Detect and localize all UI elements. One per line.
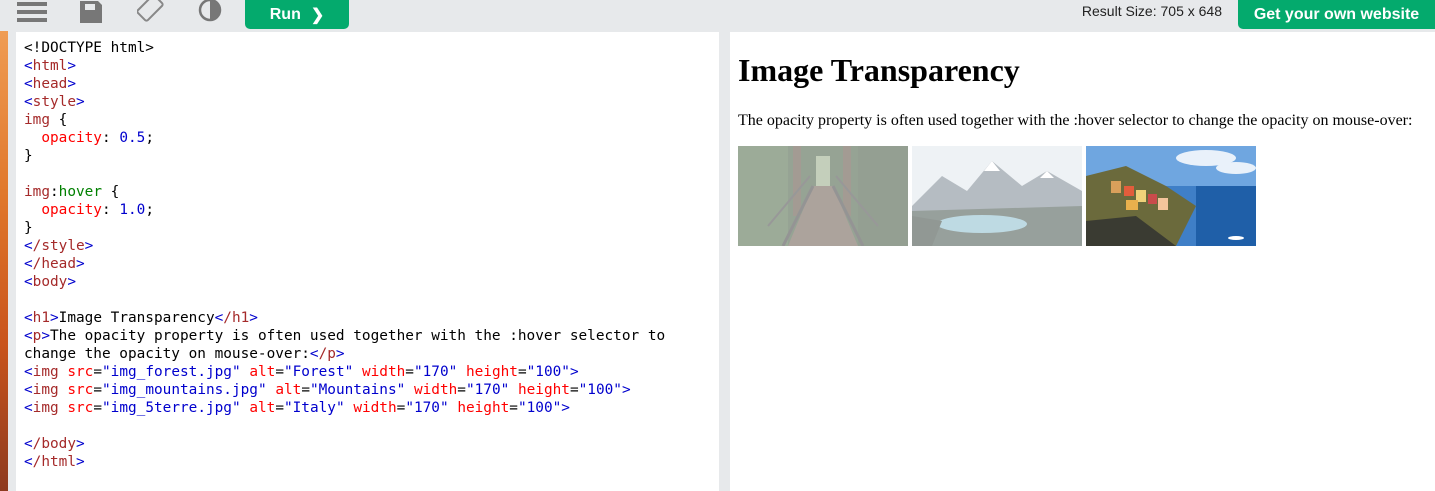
toolbar: Run ❯ Result Size: 705 x 648 Get your ow… <box>0 0 1435 31</box>
menu-icon[interactable] <box>17 0 47 24</box>
get-website-button[interactable]: Get your own website <box>1238 0 1435 29</box>
result-paragraph: The opacity property is often used toget… <box>738 112 1413 129</box>
result-size: Result Size: 705 x 648 <box>1081 3 1222 19</box>
panel-splitter[interactable] <box>719 32 730 491</box>
run-button[interactable]: Run ❯ <box>245 0 349 29</box>
code-editor[interactable]: <!DOCTYPE html> <html> <head> <style> im… <box>16 32 719 491</box>
italy-image[interactable] <box>1086 146 1256 246</box>
mountains-image[interactable] <box>912 146 1082 246</box>
page-title: Image Transparency <box>738 52 1020 88</box>
contrast-icon[interactable] <box>198 0 222 24</box>
forest-image[interactable] <box>738 146 908 246</box>
result-panel: Image Transparency The opacity property … <box>730 32 1435 491</box>
chevron-right-icon: ❯ <box>310 6 325 24</box>
save-icon[interactable] <box>80 0 102 24</box>
run-label: Run <box>269 5 301 23</box>
rotate-icon[interactable] <box>137 0 165 24</box>
code-line: <!DOCTYPE html> <box>24 40 154 56</box>
desktop-background <box>0 0 8 491</box>
